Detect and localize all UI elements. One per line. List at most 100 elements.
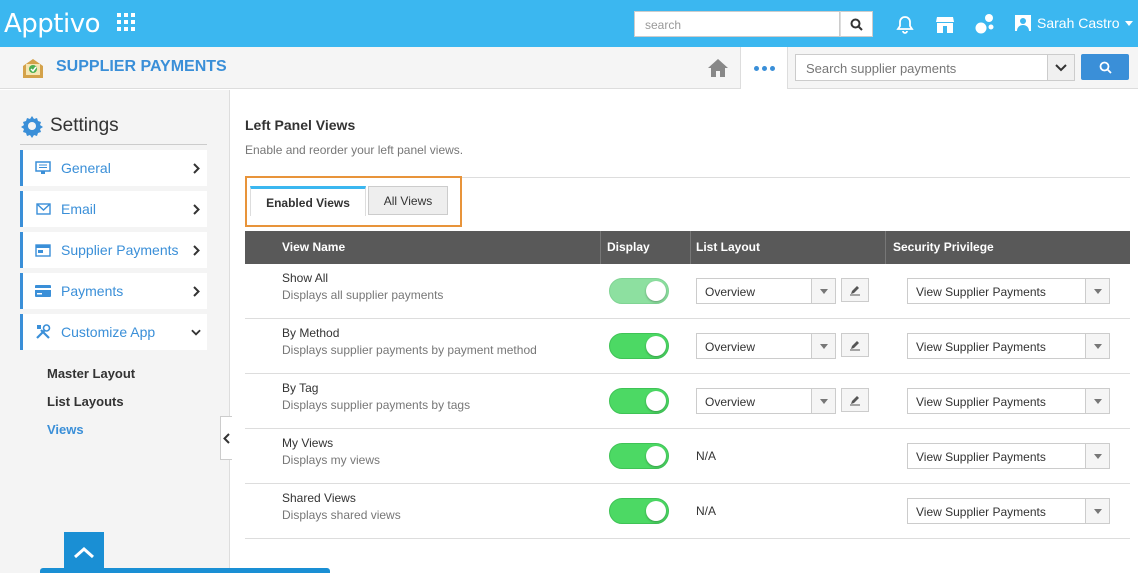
chevron-left-icon: [223, 432, 230, 444]
security-privilege-select[interactable]: View Supplier Payments: [907, 388, 1110, 414]
edit-layout-button[interactable]: [841, 333, 869, 357]
dot-icon: [769, 65, 775, 71]
table-row: Show All Displays all supplier payments …: [245, 264, 1130, 319]
apptivo-logo[interactable]: Apptivo: [4, 9, 101, 39]
pencil-icon: [850, 286, 860, 296]
security-privilege-select[interactable]: View Supplier Payments: [907, 443, 1110, 469]
global-search-button[interactable]: [840, 11, 873, 37]
table-row: By Method Displays supplier payments by …: [245, 319, 1130, 374]
security-privilege-select[interactable]: View Supplier Payments: [907, 498, 1110, 524]
view-description: Displays all supplier payments: [282, 288, 444, 302]
scroll-to-top-button[interactable]: [64, 532, 104, 573]
chevron-up-icon: [74, 546, 94, 559]
user-menu[interactable]: Sarah Castro: [1015, 15, 1134, 31]
chevron-right-icon: [191, 162, 201, 174]
view-description: Displays my views: [282, 453, 381, 467]
column-header-display: Display: [607, 240, 650, 254]
subnav-list-layouts[interactable]: List Layouts: [47, 394, 124, 409]
sidebar-item-label: Supplier Payments: [61, 242, 179, 258]
caret-down-icon: [1085, 499, 1109, 523]
edit-layout-button[interactable]: [841, 388, 869, 412]
sidebar-item-label: Payments: [61, 283, 124, 299]
app-search-input[interactable]: Search supplier payments: [795, 54, 1048, 81]
integrations-icon[interactable]: [974, 13, 996, 35]
view-name: By Method: [282, 326, 340, 340]
chevron-right-icon: [191, 285, 201, 297]
subnav-views[interactable]: Views: [47, 422, 84, 437]
list-layout-select[interactable]: Overview: [696, 278, 836, 304]
dot-icon: [761, 65, 767, 71]
home-icon: [707, 59, 728, 77]
avatar-icon: [1015, 15, 1031, 31]
chevron-right-icon: [191, 203, 201, 215]
tools-icon: [35, 324, 51, 340]
column-header-list-layout: List Layout: [696, 240, 761, 254]
view-name: Shared Views: [282, 491, 356, 505]
sidebar-item-email[interactable]: Email: [20, 191, 207, 227]
bell-icon[interactable]: [894, 13, 916, 35]
pencil-icon: [850, 396, 860, 406]
table-row: Shared Views Displays shared views N/A V…: [245, 484, 1130, 539]
column-separator: [885, 231, 886, 264]
security-privilege-select[interactable]: View Supplier Payments: [907, 278, 1110, 304]
store-icon[interactable]: [934, 13, 956, 35]
list-layout-na: N/A: [696, 449, 717, 463]
bottom-panel-bar[interactable]: [40, 568, 330, 573]
gear-icon: [21, 116, 43, 138]
user-name: Sarah Castro: [1037, 15, 1120, 31]
table-row: My Views Displays my views N/A View Supp…: [245, 429, 1130, 484]
display-toggle[interactable]: [609, 443, 669, 469]
app-title: SUPPLIER PAYMENTS: [56, 58, 227, 75]
global-search-input[interactable]: search: [634, 11, 840, 37]
search-icon: [1099, 61, 1112, 74]
display-toggle[interactable]: [609, 278, 669, 304]
caret-down-icon: [1125, 20, 1134, 26]
chevron-right-icon: [191, 244, 201, 256]
caret-down-icon: [1085, 334, 1109, 358]
credit-card-icon: [35, 283, 51, 299]
display-toggle[interactable]: [609, 333, 669, 359]
supplier-payments-app-icon: [20, 56, 46, 80]
sidebar-item-label: Customize App: [61, 324, 156, 340]
app-search-dropdown[interactable]: [1047, 54, 1075, 81]
display-toggle[interactable]: [609, 388, 669, 414]
payments-card-icon: [35, 242, 51, 258]
chevron-down-icon: [1055, 63, 1067, 71]
table-row: By Tag Displays supplier payments by tag…: [245, 374, 1130, 429]
view-description: Displays supplier payments by payment me…: [282, 343, 537, 357]
app-search-button[interactable]: [1081, 54, 1129, 80]
divider: [20, 144, 207, 145]
sidebar-item-general[interactable]: General: [20, 150, 207, 186]
caret-down-icon: [811, 279, 835, 303]
collapse-sidebar-button[interactable]: [220, 416, 232, 460]
list-layout-select[interactable]: Overview: [696, 388, 836, 414]
tabs-highlight-box: [245, 176, 462, 227]
search-icon: [850, 18, 863, 31]
page-subtitle: Enable and reorder your left panel views…: [245, 143, 464, 157]
security-privilege-select[interactable]: View Supplier Payments: [907, 333, 1110, 359]
list-layout-na: N/A: [696, 504, 717, 518]
page-title: Left Panel Views: [245, 117, 356, 133]
display-toggle[interactable]: [609, 498, 669, 524]
column-separator: [690, 231, 691, 264]
caret-down-icon: [811, 334, 835, 358]
views-table-header: View Name Display List Layout Security P…: [245, 231, 1130, 264]
view-name: My Views: [282, 436, 334, 450]
app-header: SUPPLIER PAYMENTS Search supplier paymen…: [0, 47, 1138, 89]
chevron-down-icon: [191, 327, 201, 337]
subnav-master-layout[interactable]: Master Layout: [47, 366, 135, 381]
sidebar-item-label: General: [61, 160, 111, 176]
envelope-icon: [35, 201, 51, 217]
sidebar-item-supplier-payments[interactable]: Supplier Payments: [20, 232, 207, 268]
more-options-button[interactable]: [740, 47, 788, 89]
caret-down-icon: [1085, 444, 1109, 468]
list-layout-select[interactable]: Overview: [696, 333, 836, 359]
caret-down-icon: [811, 389, 835, 413]
edit-layout-button[interactable]: [841, 278, 869, 302]
monitor-icon: [35, 160, 51, 176]
sidebar-item-customize-app[interactable]: Customize App: [20, 314, 207, 350]
home-button[interactable]: [695, 47, 740, 89]
view-name: Show All: [282, 271, 329, 285]
apps-grid-icon[interactable]: [117, 13, 135, 31]
sidebar-item-payments[interactable]: Payments: [20, 273, 207, 309]
